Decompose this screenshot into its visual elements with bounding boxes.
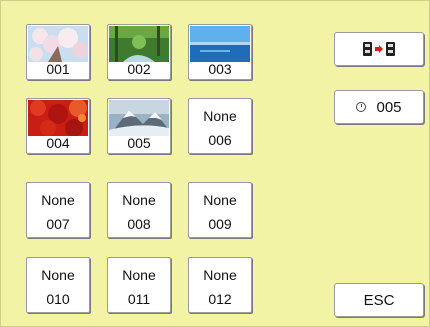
memory-transfer-button[interactable] [334,32,424,66]
forest-stream-thumbnail [109,26,169,62]
memory-slot-002[interactable]: 002 [107,24,171,80]
slot-number: 010 [46,291,70,307]
empty-slot-label: None [41,192,75,208]
selected-slot-number: 005 [376,98,402,116]
ocean-sky-thumbnail [190,26,250,62]
slot-number: 007 [46,216,70,232]
memory-slot-007[interactable]: None 007 [26,182,90,238]
slot-number: 012 [208,291,232,307]
slot-number: 009 [208,216,232,232]
empty-slot-label: None [203,192,237,208]
memory-slot-009[interactable]: None 009 [188,182,252,238]
slot-number: 003 [208,61,232,77]
snowy-mountain-thumbnail [109,100,169,136]
empty-slot-label: None [203,108,237,124]
memory-slot-004[interactable]: 004 [26,98,90,154]
memory-slot-001[interactable]: 001 [26,24,90,80]
memory-slot-012[interactable]: None 012 [188,257,252,313]
clock-icon [356,102,367,112]
slot-number: 005 [127,135,151,151]
memory-slot-011[interactable]: None 011 [107,257,171,313]
empty-slot-label: None [122,192,156,208]
empty-slot-label: None [41,267,75,283]
memory-slot-010[interactable]: None 010 [26,257,90,313]
slot-number: 011 [127,291,151,307]
memory-slot-006[interactable]: None 006 [188,98,252,154]
memory-slot-008[interactable]: None 008 [107,182,171,238]
empty-slot-label: None [122,267,156,283]
slot-number: 002 [127,61,151,77]
esc-button[interactable]: ESC [334,283,424,317]
memory-slot-003[interactable]: 003 [188,24,252,80]
selected-slot-button[interactable]: 005 [334,90,424,124]
cherry-blossom-thumbnail [28,26,88,62]
esc-label: ESC [363,291,395,309]
slot-number: 008 [127,216,151,232]
empty-slot-label: None [203,267,237,283]
red-maple-leaves-thumbnail [28,100,88,136]
slot-number: 006 [208,132,232,148]
slot-number: 001 [46,61,70,77]
memory-selection-screen: 001 002 003 004 005 None 006 None 007 No… [0,0,430,327]
memory-transfer-icon [363,42,395,56]
memory-slot-005[interactable]: 005 [107,98,171,154]
slot-number: 004 [46,135,70,151]
